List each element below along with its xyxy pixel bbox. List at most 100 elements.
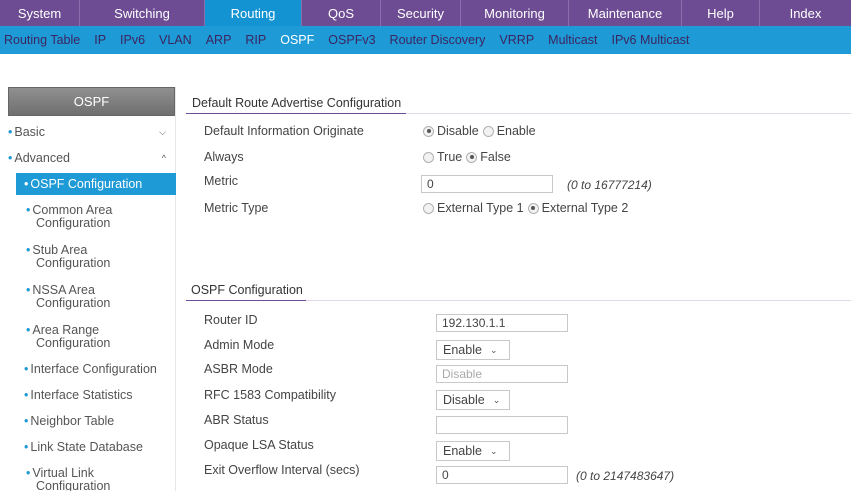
sidebar-item-neighbor-table[interactable]: • Neighbor Table <box>16 415 176 428</box>
tab-qos[interactable]: QoS <box>302 0 381 26</box>
sidebar: OSPF • Basic ⌵ • Advanced ^ • OSPF Configur… <box>8 87 176 491</box>
ospf-config-section-title: OSPF Configuration <box>191 283 303 297</box>
section-underline-light <box>306 300 851 301</box>
sidebar-group-basic[interactable]: • Basic ⌵ <box>8 121 176 143</box>
sidebar-item-ospf-configuration[interactable]: • OSPF Configuration <box>16 173 176 195</box>
sidebar-item-common-area[interactable]: • Common Area Configuration <box>16 204 176 230</box>
always-true-radio[interactable] <box>423 151 434 163</box>
metric-type-label: Metric Type <box>204 201 269 215</box>
default-info-disable-radio[interactable] <box>423 125 434 137</box>
subnav-vlan[interactable]: VLAN <box>159 33 192 47</box>
always-false-radio[interactable] <box>466 151 478 163</box>
subnav-ospfv3[interactable]: OSPFv3 <box>328 33 375 47</box>
sidebar-item-label: NSSA Area Configuration <box>32 283 111 310</box>
subnav-rip[interactable]: RIP <box>245 33 266 47</box>
sidebar-item-nssa-area[interactable]: • NSSA Area Configuration <box>16 284 126 310</box>
default-info-originate-radio-group: Disable Enable <box>423 124 540 138</box>
sidebar-item-interface-statistics[interactable]: • Interface Statistics <box>16 389 176 402</box>
tab-monitoring[interactable]: Monitoring <box>461 0 569 26</box>
chevron-down-icon: ⌵ <box>159 126 166 137</box>
asbr-mode-input: Disable <box>436 365 568 383</box>
sidebar-item-interface-configuration[interactable]: • Interface Configuration <box>16 363 176 376</box>
rfc1583-select[interactable]: Disable ⌄ <box>436 390 510 410</box>
sidebar-item-label: Link State Database <box>30 440 143 454</box>
section-underline-light <box>406 113 851 114</box>
radio-label: Disable <box>437 124 479 138</box>
subnav-ipv6-multicast[interactable]: IPv6 Multicast <box>611 33 689 47</box>
bullet-icon: • <box>26 323 31 337</box>
rfc1583-value: Disable <box>443 393 485 407</box>
sidebar-group-label: Basic <box>14 125 45 139</box>
default-info-enable-radio[interactable] <box>482 125 494 137</box>
default-route-section-title: Default Route Advertise Configuration <box>192 96 402 110</box>
radio-label: Enable <box>496 124 536 138</box>
external-type1-radio[interactable] <box>423 202 434 214</box>
sidebar-title: OSPF <box>8 87 175 116</box>
chevron-up-icon: ^ <box>161 153 166 163</box>
subnav-ipv6[interactable]: IPv6 <box>120 33 145 47</box>
radio-label: True <box>437 150 463 164</box>
top-nav: System Switching Routing QoS Security Mo… <box>0 0 851 26</box>
metric-hint: (0 to 16777214) <box>567 178 652 192</box>
sidebar-item-label: Stub Area Configuration <box>32 243 111 270</box>
opaque-lsa-label: Opaque LSA Status <box>204 438 314 452</box>
subnav-routing-table[interactable]: Routing Table <box>4 33 80 47</box>
sidebar-item-virtual-link[interactable]: • Virtual Link Configuration <box>16 467 126 491</box>
always-radio-group: True False <box>423 150 515 164</box>
exit-overflow-label: Exit Overflow Interval (secs) <box>204 463 360 477</box>
admin-mode-select[interactable]: Enable ⌄ <box>436 340 510 360</box>
subnav-multicast[interactable]: Multicast <box>548 33 597 47</box>
bullet-icon: • <box>8 151 13 165</box>
sidebar-item-label: OSPF Configuration <box>30 176 143 191</box>
subnav-ip[interactable]: IP <box>94 33 106 47</box>
sidebar-item-label: Virtual Link Configuration <box>32 466 111 491</box>
sub-nav: Routing Table IP IPv6 VLAN ARP RIP OSPF … <box>0 26 851 54</box>
chevron-down-icon: ⌄ <box>489 344 498 355</box>
chevron-down-icon: ⌄ <box>492 394 501 405</box>
default-info-originate-label: Default Information Originate <box>204 124 364 138</box>
exit-overflow-input[interactable]: 0 <box>436 466 568 484</box>
tab-help[interactable]: Help <box>682 0 760 26</box>
sidebar-item-area-range[interactable]: • Area Range Configuration <box>16 324 126 350</box>
metric-label: Metric <box>204 174 239 188</box>
tab-security[interactable]: Security <box>381 0 461 26</box>
sidebar-item-label: Interface Statistics <box>30 388 133 402</box>
router-id-input[interactable]: 192.130.1.1 <box>436 314 568 332</box>
metric-type-radio-group: External Type 1 External Type 2 <box>423 201 632 215</box>
abr-status-input <box>436 416 568 434</box>
section-underline <box>186 300 306 301</box>
sidebar-item-stub-area[interactable]: • Stub Area Configuration <box>16 244 126 270</box>
tab-system[interactable]: System <box>0 0 80 26</box>
admin-mode-value: Enable <box>443 343 482 357</box>
metric-input[interactable]: 0 <box>421 175 553 193</box>
bullet-icon: • <box>26 283 31 297</box>
subnav-router-discovery[interactable]: Router Discovery <box>390 33 486 47</box>
subnav-vrrp[interactable]: VRRP <box>499 33 534 47</box>
asbr-mode-label: ASBR Mode <box>204 362 273 376</box>
always-label: Always <box>204 150 244 164</box>
sidebar-group-label: Advanced <box>14 151 70 165</box>
sidebar-item-label: Interface Configuration <box>30 362 157 376</box>
opaque-lsa-select[interactable]: Enable ⌄ <box>436 441 510 461</box>
bullet-icon: • <box>24 388 29 402</box>
bullet-icon: • <box>8 125 13 139</box>
radio-label: False <box>480 150 511 164</box>
radio-label: External Type 1 <box>437 201 524 215</box>
sidebar-item-label: Common Area Configuration <box>32 203 113 230</box>
tab-routing[interactable]: Routing <box>205 0 302 26</box>
tab-maintenance[interactable]: Maintenance <box>569 0 682 26</box>
subnav-ospf[interactable]: OSPF <box>280 33 314 47</box>
router-id-label: Router ID <box>204 313 258 327</box>
bullet-icon: • <box>24 440 29 454</box>
abr-status-label: ABR Status <box>204 413 269 427</box>
subnav-arp[interactable]: ARP <box>206 33 232 47</box>
tab-index[interactable]: Index <box>760 0 851 26</box>
external-type2-radio[interactable] <box>527 202 539 214</box>
sidebar-item-link-state-database[interactable]: • Link State Database <box>16 441 176 454</box>
bullet-icon: • <box>24 362 29 376</box>
bullet-icon: • <box>24 414 29 428</box>
sidebar-group-advanced[interactable]: • Advanced ^ <box>8 147 176 169</box>
tab-switching[interactable]: Switching <box>80 0 205 26</box>
section-underline <box>186 113 406 114</box>
bullet-icon: • <box>26 243 31 257</box>
